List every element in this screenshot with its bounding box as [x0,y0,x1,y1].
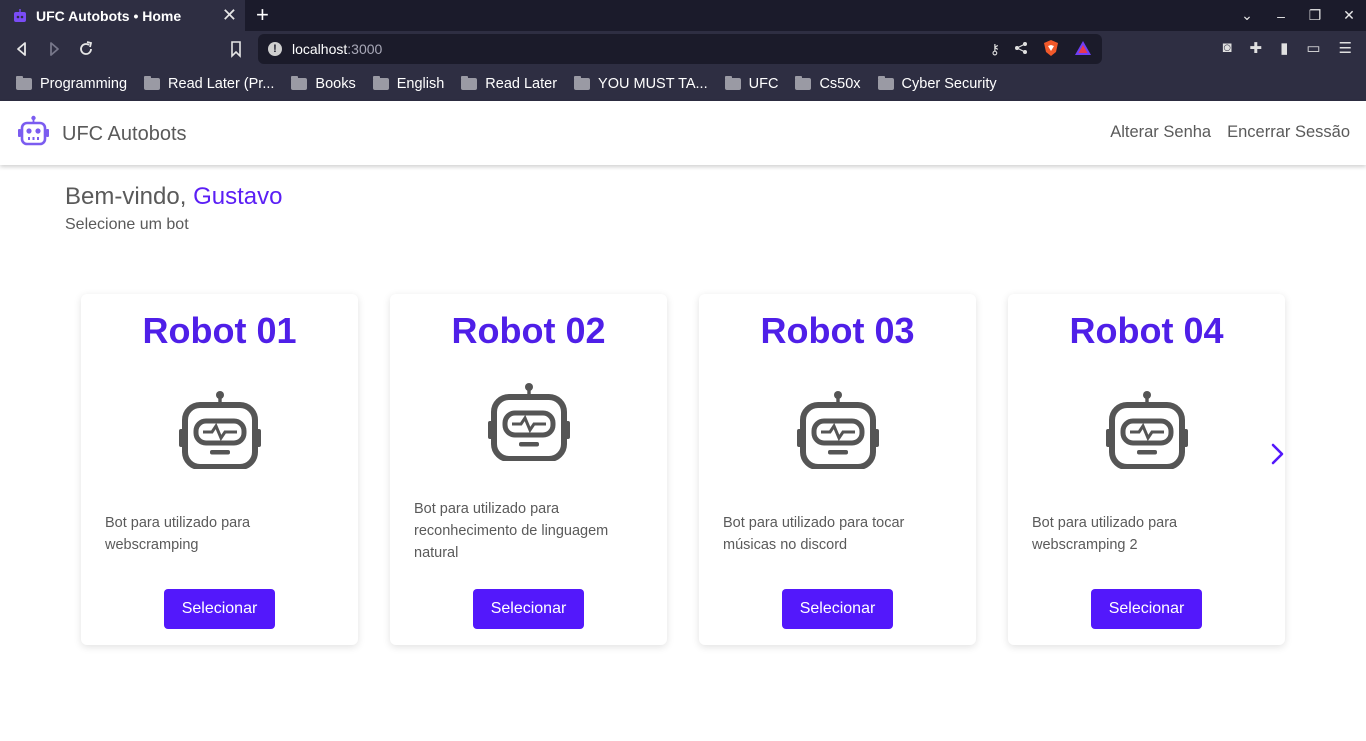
robot-icon [797,391,879,469]
select-bot-button[interactable]: Selecionar [782,589,893,629]
menu-icon[interactable]: ☰ [1339,39,1352,57]
bot-description: Bot para utilizado para reconhecimento d… [414,501,609,561]
site-info-icon[interactable]: ! [268,42,282,56]
share-icon[interactable] [1014,41,1028,58]
url-port: :3000 [347,41,383,57]
robot-icon [1106,391,1188,469]
bot-card: Robot 03 Bot para utilizado para tocar m… [699,294,976,645]
folder-icon [461,76,478,90]
folder-icon [16,76,32,90]
bookmark-label: English [396,76,445,92]
address-bar-actions: ⚷ [990,39,1092,60]
change-password-link[interactable]: Alterar Senha [1110,123,1211,142]
bookmark-folder[interactable]: UFC [724,76,779,92]
bot-description: Bot para utilizado para webscramping [105,515,251,553]
close-window-icon[interactable]: ✕ [1332,7,1366,24]
bookmark-label: YOU MUST TA... [598,76,708,92]
robot-logo-icon [17,115,50,153]
toolbar-extensions: ◙ ✚ ▮ ▭ ☰ [1222,39,1352,57]
extensions-icon[interactable]: ✚ [1250,39,1263,57]
folder-icon [144,76,161,90]
back-icon[interactable] [12,39,32,59]
window-controls: ⌄ – ❐ ✕ [1230,0,1366,31]
carousel-next-chevron-icon[interactable] [1268,442,1288,466]
bookmark-folder[interactable]: Cs50x [795,76,861,92]
brand[interactable]: UFC Autobots [17,115,187,153]
bookmark-folder[interactable]: Books [291,76,356,92]
bot-title: Robot 04 [1069,310,1224,351]
bot-card: Robot 04 Bot para utilizado para webscra… [1008,294,1285,645]
folder-icon [291,76,308,90]
logout-link[interactable]: Encerrar Sessão [1227,123,1350,142]
wallet-icon[interactable]: ▭ [1306,39,1320,57]
bookmark-label: Read Later [485,76,558,92]
tab-search-icon[interactable]: ⌄ [1230,7,1264,24]
bookmark-folder[interactable]: English [372,76,445,92]
bookmark-label: UFC [748,76,779,92]
browser-tabstrip: UFC Autobots • Home ✕ + ⌄ – ❐ ✕ [0,0,1366,31]
folder-icon [574,76,591,90]
user-name: Gustavo [193,183,283,210]
bookmark-folder[interactable]: Read Later [461,76,557,92]
bookmark-folder[interactable]: Cyber Security [877,76,997,92]
nav-links: Alterar Senha Encerrar Sessão [1110,123,1350,142]
tab-title: UFC Autobots • Home [36,7,182,24]
bookmark-label: Cs50x [819,76,861,92]
forward-icon[interactable] [44,39,64,59]
bot-title: Robot 02 [451,310,606,351]
folder-icon [372,76,389,90]
welcome-prefix: Bem-vindo, [65,183,187,210]
select-bot-button[interactable]: Selecionar [164,589,275,629]
key-icon[interactable]: ⚷ [990,41,1000,58]
maximize-icon[interactable]: ❐ [1298,7,1332,24]
folder-icon [724,76,741,90]
app-navbar: UFC Autobots Alterar Senha Encerrar Sess… [0,101,1366,165]
welcome-heading: Bem-vindo, Gustavo [65,183,282,211]
page-subtitle: Selecione um bot [65,216,189,233]
address-bar[interactable]: ! localhost:3000 ⚷ [258,34,1102,64]
browser-toolbar: ! localhost:3000 ⚷ ◙ ✚ ▮ ▭ ☰ [0,31,1366,67]
folder-icon [877,76,894,90]
bookmark-page-icon[interactable] [226,39,246,59]
bookmark-label: Cyber Security [901,76,997,92]
select-bot-button[interactable]: Selecionar [1091,589,1202,629]
brand-name: UFC Autobots [62,122,187,145]
bookmark-label: Read Later (Pr... [168,76,275,92]
bot-title: Robot 01 [142,310,297,351]
url-host: localhost [292,41,348,57]
tab-close-icon[interactable]: ✕ [222,6,237,24]
bookmark-folder[interactable]: Read Later (Pr... [144,76,274,92]
bot-description: Bot para utilizado para webscramping 2 [1032,515,1178,553]
camera-icon[interactable]: ◙ [1222,39,1231,57]
bot-title: Robot 03 [760,310,915,351]
robot-icon [179,391,261,469]
bot-card: Robot 02 Bot para utilizado para reconhe… [390,294,667,645]
bookmark-folder[interactable]: Programming [16,76,127,92]
brave-rewards-icon[interactable] [1074,39,1092,60]
sidebar-icon[interactable]: ▮ [1280,39,1288,57]
robot-favicon-icon [12,8,28,24]
bookmarks-bar: Programming Read Later (Pr... Books Engl… [0,67,1366,101]
brave-shield-icon[interactable] [1042,39,1060,60]
select-bot-button[interactable]: Selecionar [473,589,584,629]
bot-description: Bot para utilizado para tocar músicas no… [723,515,905,553]
new-tab-button[interactable]: + [256,3,269,27]
reload-icon[interactable] [76,39,96,59]
bookmark-folder[interactable]: YOU MUST TA... [574,76,708,92]
minimize-icon[interactable]: – [1264,8,1298,24]
bookmark-label: Books [315,76,356,92]
robot-icon [488,383,570,461]
folder-icon [795,76,812,90]
browser-tab[interactable]: UFC Autobots • Home ✕ [0,0,245,31]
bookmark-label: Programming [40,76,128,92]
bot-card: Robot 01 Bot para utilizado para webscra… [81,294,358,645]
